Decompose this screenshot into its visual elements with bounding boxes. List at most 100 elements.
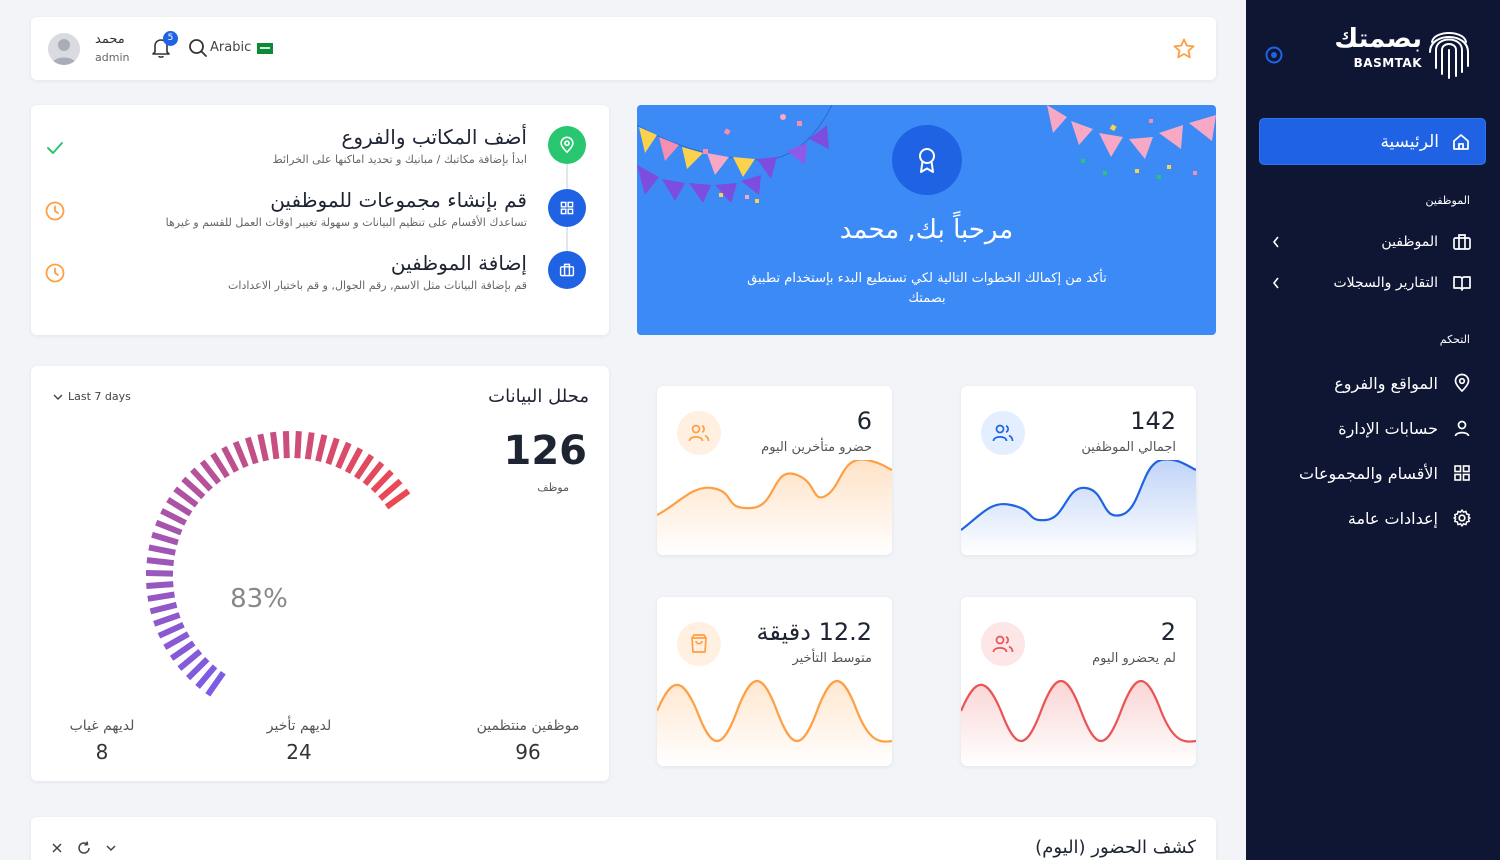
stat-icon-circle [981, 411, 1025, 455]
app-logo[interactable]: بصمتك BASMTAK [1334, 22, 1472, 82]
star-icon[interactable] [1172, 37, 1196, 61]
stat-value: 142 [1130, 407, 1176, 435]
saudi-flag-icon [257, 43, 273, 54]
refresh-icon[interactable] [77, 841, 91, 855]
step-icon-circle [548, 251, 586, 289]
welcome-description: تأكد من إكمالك الخطوات التالية لكي تستطي… [747, 271, 1107, 306]
top-header: محمد admin 5 Arabic [31, 17, 1216, 80]
sidebar-item-label: المواقع والفروع [1334, 373, 1438, 393]
sidebar-toggle-icon[interactable] [1264, 45, 1284, 65]
sidebar-item-label: إعدادات عامة [1347, 508, 1438, 528]
stat-value: 96 [515, 740, 541, 764]
logo-text-arabic: بصمتك [1334, 24, 1422, 54]
fingerprint-icon [1429, 32, 1469, 79]
shopping-bag-icon [691, 634, 707, 653]
trend-sparkline [657, 460, 892, 555]
stat-label: لديهم غياب [69, 718, 135, 734]
logo-text-english: BASMTAK [1353, 56, 1422, 70]
trend-sparkline [961, 460, 1196, 555]
gauge-segment [163, 631, 190, 650]
gauge-segment [146, 557, 175, 567]
stat-card-absent-today[interactable]: 2 لم يحضرو اليوم [961, 597, 1196, 766]
users-icon [992, 424, 1014, 442]
gauge-segment [257, 433, 269, 462]
sidebar-item-label: حسابات الإدارة [1338, 418, 1438, 438]
stat-label: حضرو متأخرين اليوم [761, 440, 872, 455]
user-name[interactable]: محمد [95, 32, 125, 47]
gauge-segment [344, 447, 364, 474]
stat-label: موظفين منتظمين [476, 718, 580, 734]
sidebar-section-control: التحكم [1439, 333, 1470, 346]
award-badge [892, 125, 962, 195]
sidebar-item-label: الموظفين [1381, 234, 1438, 250]
stat-absent: لديهم غياب 8 [57, 718, 147, 764]
step-description: تساعدك الأقسام على تنظيم البيانات و سهول… [165, 216, 527, 229]
stat-label: لديهم تأخير [266, 718, 332, 734]
gauge-segment [157, 621, 185, 639]
sidebar-item-label: الرئيسية [1380, 131, 1439, 152]
notification-badge: 5 [163, 31, 178, 46]
gauge-segment [160, 508, 187, 526]
close-icon[interactable] [51, 842, 63, 854]
sidebar-item-employees[interactable]: الموظفين [1262, 228, 1472, 256]
search-icon[interactable] [188, 38, 208, 58]
clock-icon [45, 263, 65, 283]
stat-label: اجمالي الموظفين [1081, 440, 1176, 455]
users-icon [688, 424, 710, 442]
step-icon-circle [548, 126, 586, 164]
stat-icon-circle [677, 622, 721, 666]
award-icon [919, 148, 935, 173]
sidebar-item-admin-accounts[interactable]: حسابات الإدارة [1262, 414, 1472, 442]
gauge-segment [270, 431, 280, 460]
avatar-person-icon [52, 39, 76, 65]
gauge-segment [304, 432, 315, 460]
stat-label: لم يحضرو اليوم [1092, 651, 1176, 666]
step-title[interactable]: قم بإنشاء مجموعات للموظفين [270, 188, 527, 212]
welcome-title: مرحباً بك, محمد [839, 215, 1014, 245]
gauge-segment [153, 612, 181, 627]
trend-sparkline [657, 679, 892, 766]
gauge-segment [147, 591, 175, 602]
gear-icon [1453, 509, 1471, 527]
stat-card-average-delay[interactable]: 12.2 دقيقة متوسط التأخير [657, 597, 892, 766]
step-description: قم بإضافة البيانات مثل الاسم, رقم الجوال… [228, 279, 527, 292]
gauge-segment [282, 431, 290, 459]
card-title: كشف الحضور (اليوم) [1035, 837, 1196, 858]
avatar[interactable] [48, 33, 80, 65]
stat-regular: موظفين منتظمين 96 [467, 718, 589, 764]
gauge-segment [148, 544, 176, 556]
stat-value: 6 [856, 407, 872, 435]
home-icon [1453, 133, 1469, 150]
sidebar-item-label: الأقسام والمجموعات [1299, 463, 1438, 483]
grid-icon [1454, 465, 1470, 481]
onboarding-steps-card: أضف المكاتب والفروع ابدأ بإضافة مكاتبك /… [31, 105, 609, 335]
language-selector[interactable]: Arabic [210, 40, 251, 55]
stat-card-late-today[interactable]: 6 حضرو متأخرين اليوم [657, 386, 892, 555]
check-icon [47, 142, 63, 154]
stat-card-total-employees[interactable]: 142 اجمالي الموظفين [961, 386, 1196, 555]
stat-icon-circle [677, 411, 721, 455]
step-title[interactable]: أضف المكاتب والفروع [341, 125, 527, 149]
stat-value: 8 [95, 740, 109, 764]
sidebar-item-locations[interactable]: المواقع والفروع [1262, 369, 1472, 397]
user-role: admin [95, 51, 130, 64]
step-title[interactable]: إضافة الموظفين [391, 251, 527, 275]
gauge-segment [149, 601, 178, 615]
step-description: ابدأ بإضافة مكاتبك / مبانيك و تحديد اماك… [272, 153, 527, 166]
data-analyzer-card: محلل البيانات Last 7 days 126 موظف 83% ل… [31, 366, 609, 781]
sidebar-item-home[interactable]: الرئيسية [1260, 119, 1485, 164]
gauge-segment [315, 434, 328, 462]
sidebar-item-departments[interactable]: الأقسام والمجموعات [1262, 459, 1472, 487]
gauge-segment [145, 570, 174, 577]
sidebar-item-reports[interactable]: التقارير والسجلات [1262, 269, 1472, 297]
gauge-segment [244, 436, 259, 465]
welcome-banner: مرحباً بك, محمد تأكد من إكمالك الخطوات ا… [637, 105, 1216, 335]
stat-icon-circle [981, 622, 1025, 666]
gauge-segment [232, 440, 249, 469]
location-pin-icon [560, 136, 574, 154]
gauge-segment [146, 581, 174, 589]
gauge-segment [294, 431, 302, 459]
sidebar-item-settings[interactable]: إعدادات عامة [1262, 504, 1472, 532]
stat-value: 24 [286, 740, 312, 764]
chevron-down-icon[interactable] [105, 843, 117, 853]
